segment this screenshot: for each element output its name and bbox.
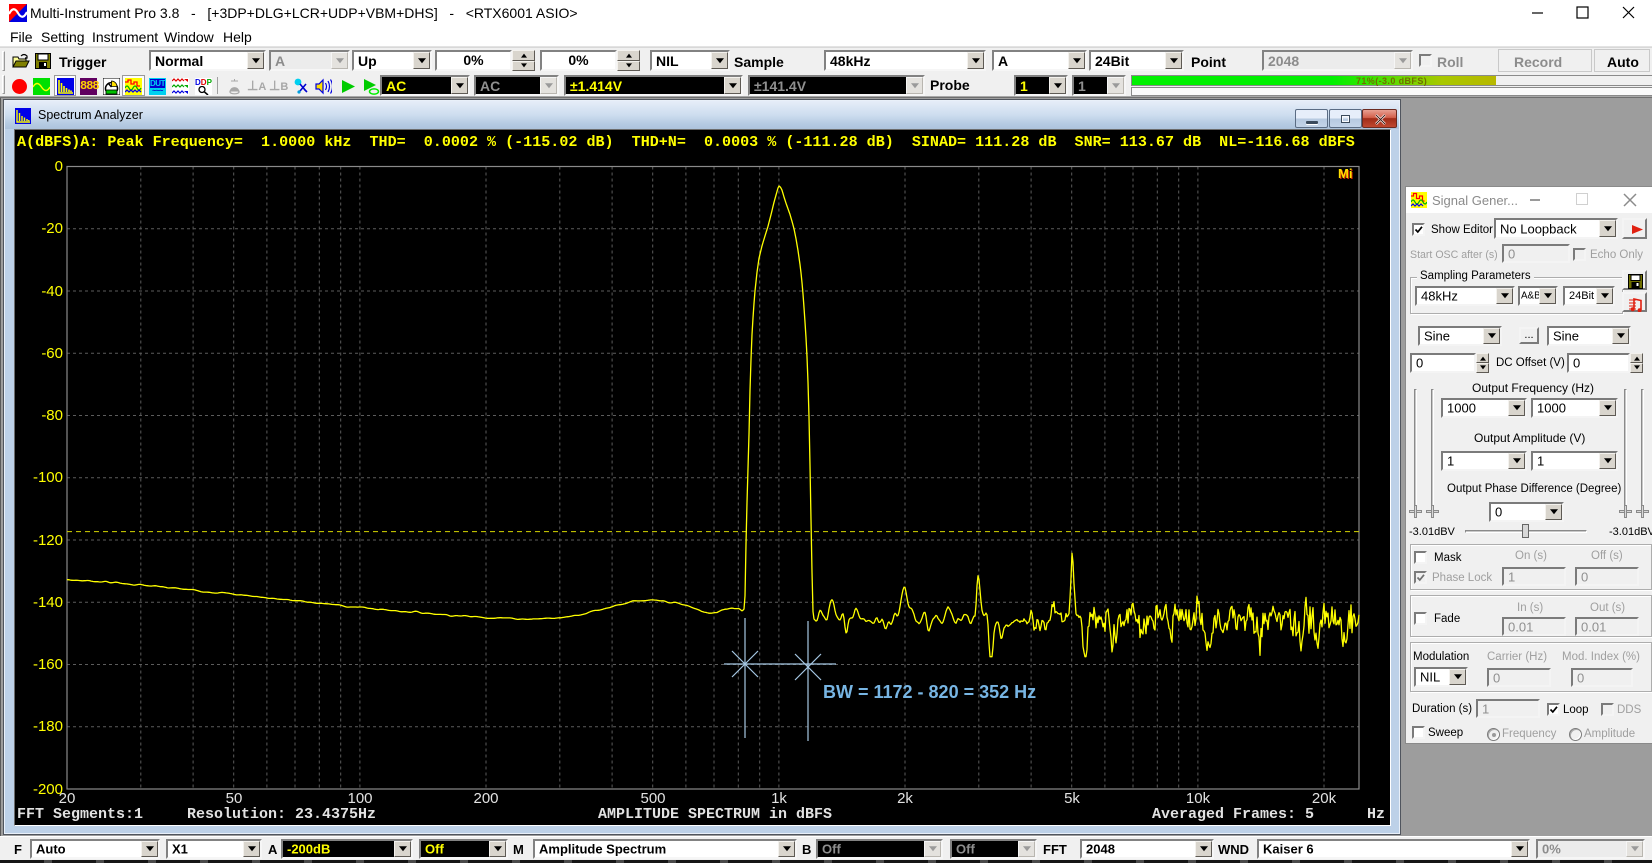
- svg-text:Mi: Mi: [1338, 166, 1352, 181]
- svg-text:BW = 1172 - 820 = 352 Hz: BW = 1172 - 820 = 352 Hz: [823, 682, 1036, 702]
